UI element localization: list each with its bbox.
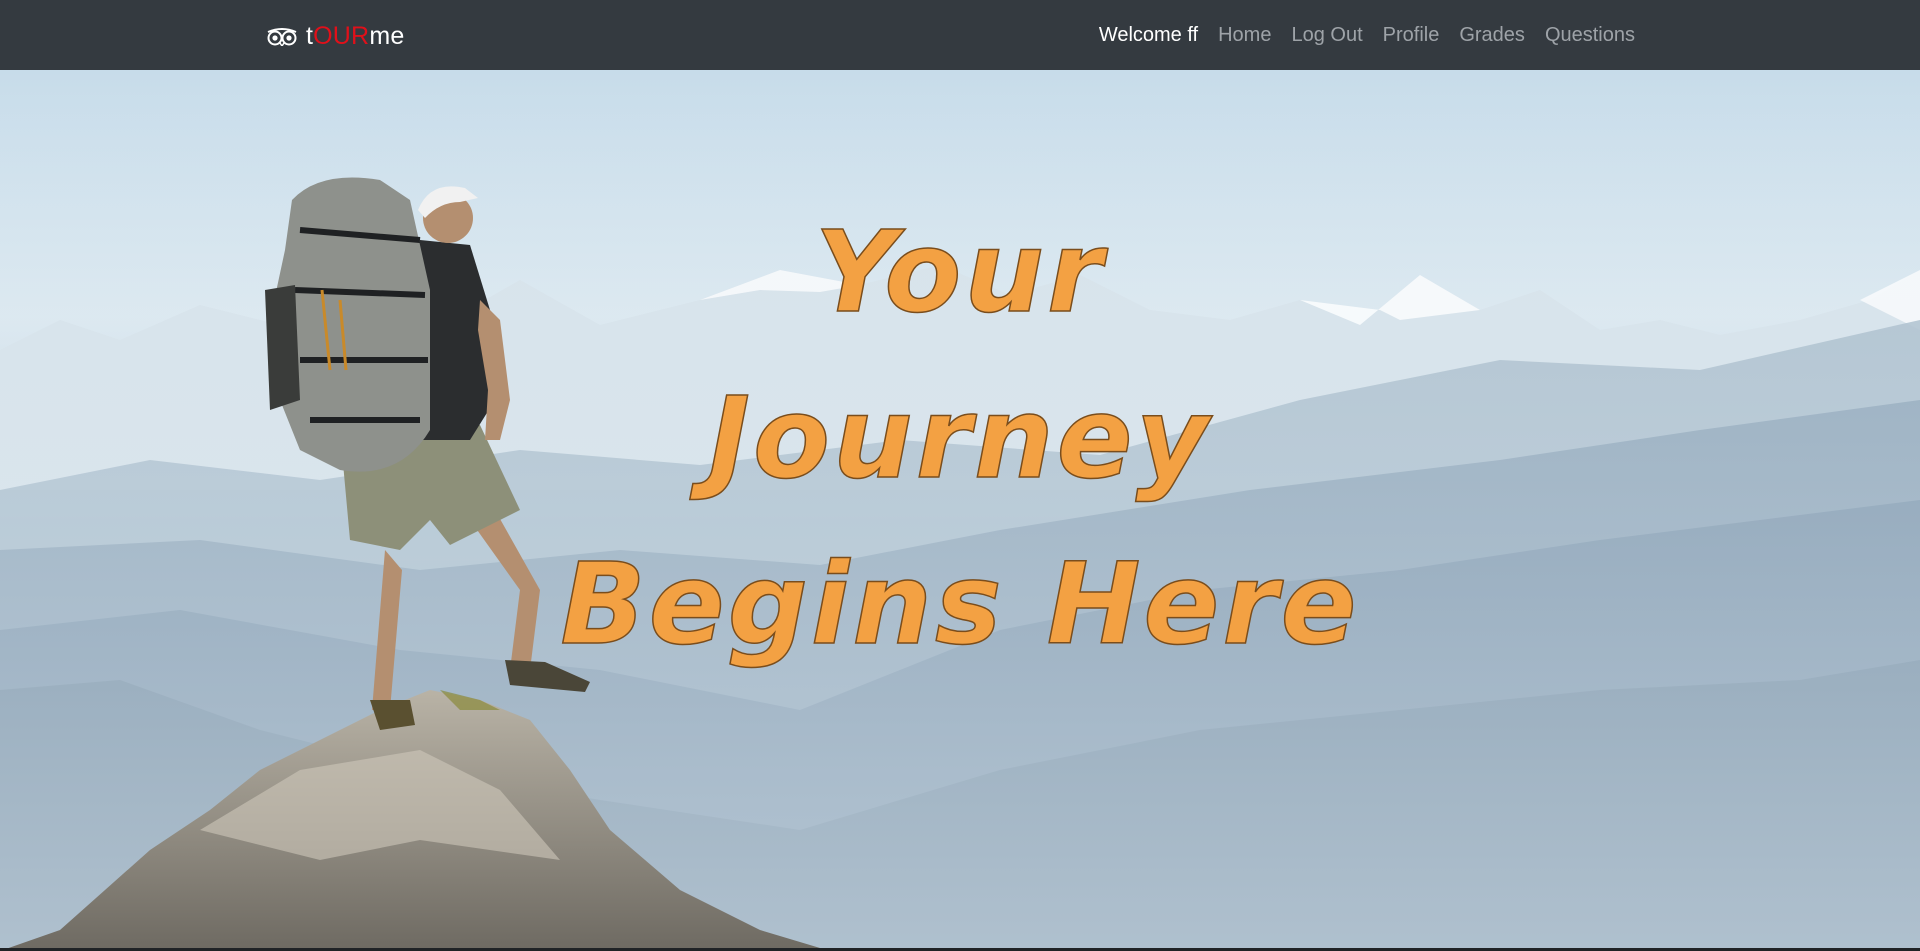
owl-eyes-icon [267, 28, 297, 46]
nav-welcome-user[interactable]: Welcome ff [1089, 0, 1208, 70]
nav-link-profile[interactable]: Profile [1373, 0, 1450, 70]
hero-headline: Your Journey Begins Here [560, 190, 1360, 688]
brand-logo-link[interactable]: tOURme [266, 22, 404, 50]
hero-headline-line-1: Your Journey [708, 207, 1212, 505]
hero-banner: Your Journey Begins Here [0, 70, 1920, 951]
nav-links: Welcome ff Home Log Out Profile Grades Q… [1089, 0, 1645, 70]
nav-link-questions[interactable]: Questions [1535, 0, 1645, 70]
brand-name: tOURme [306, 22, 404, 50]
nav-link-home[interactable]: Home [1208, 0, 1281, 70]
hero-headline-line-2: Begins Here [560, 539, 1360, 671]
top-navbar: tOURme Welcome ff Home Log Out Profile G… [0, 0, 1920, 70]
brand-suffix: me [369, 22, 405, 50]
nav-link-grades[interactable]: Grades [1449, 0, 1535, 70]
nav-link-log-out[interactable]: Log Out [1281, 0, 1372, 70]
brand-accent: OUR [313, 22, 370, 50]
